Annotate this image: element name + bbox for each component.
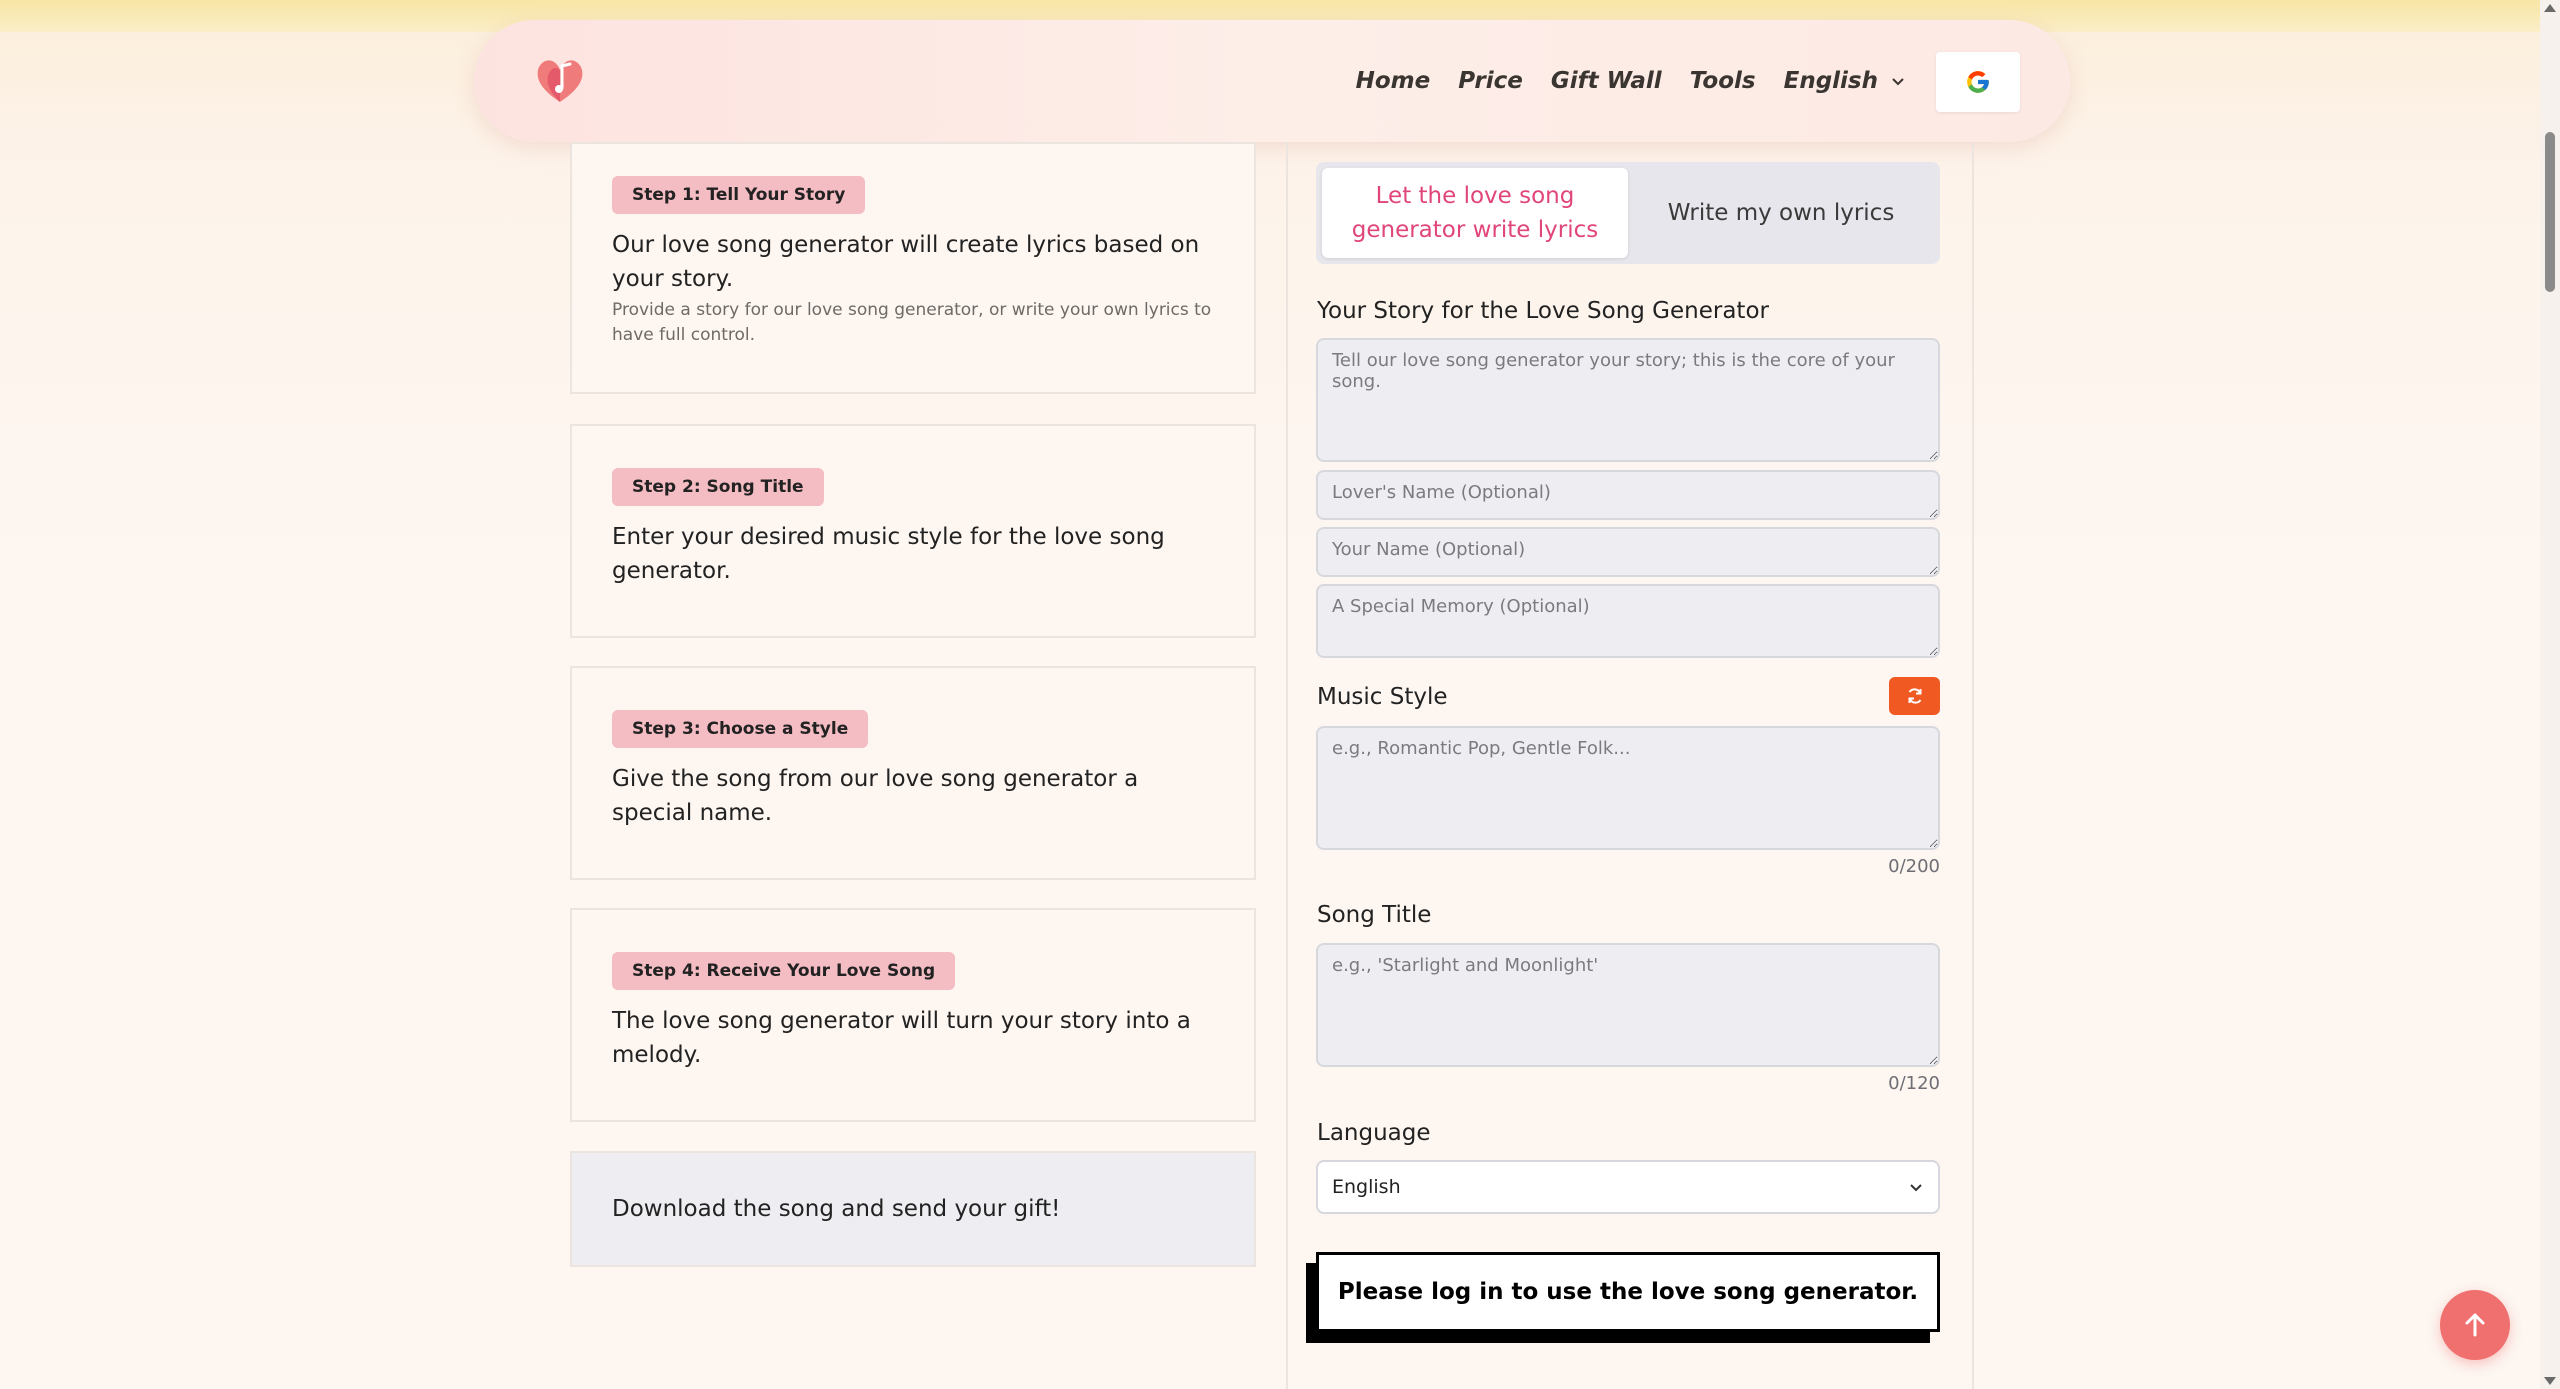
tab-own-lyrics[interactable]: Write my own lyrics	[1628, 168, 1934, 258]
step-card-1: Step 1: Tell Your Story Our love song ge…	[570, 142, 1256, 394]
scroll-to-top-button[interactable]	[2440, 1290, 2510, 1360]
nav-tools[interactable]: Tools	[1690, 68, 1756, 94]
step-text: Our love song generator will create lyri…	[612, 232, 1200, 292]
google-login-button[interactable]	[1936, 52, 2020, 112]
song-title-label: Song Title	[1317, 902, 1432, 928]
music-style-textarea[interactable]	[1316, 726, 1940, 850]
randomize-style-button[interactable]	[1889, 677, 1940, 715]
google-icon	[1967, 71, 1989, 93]
page-scrollbar[interactable]	[2540, 0, 2560, 1389]
step-badge: Step 2: Song Title	[612, 468, 824, 506]
tab-generate-lyrics[interactable]: Let the love song generator write lyrics	[1322, 168, 1628, 258]
nav-price[interactable]: Price	[1458, 68, 1523, 94]
header-navbar: Home Price Gift Wall Tools English	[474, 20, 2070, 142]
step-badge: Step 4: Receive Your Love Song	[612, 952, 956, 990]
final-step-text: Download the song and send your gift!	[612, 1196, 1061, 1222]
nav-links: Home Price Gift Wall Tools English	[1356, 20, 1906, 142]
your-name-field[interactable]	[1316, 527, 1940, 577]
language-switcher[interactable]: English	[1784, 68, 1906, 94]
chevron-down-icon	[1892, 78, 1904, 86]
refresh-icon	[1908, 688, 1921, 704]
special-memory-field[interactable]	[1316, 584, 1940, 658]
story-label: Your Story for the Love Song Generator	[1317, 298, 1769, 324]
step-text: The love song generator will turn your s…	[612, 1008, 1191, 1068]
scroll-down-icon[interactable]	[2544, 1377, 2556, 1385]
song-title-counter: 0/120	[1888, 1073, 1940, 1094]
nav-home[interactable]: Home	[1356, 68, 1431, 94]
story-textarea[interactable]	[1316, 338, 1940, 462]
lover-name-field[interactable]	[1316, 470, 1940, 520]
step-badge: Step 1: Tell Your Story	[612, 176, 866, 214]
scrollbar-thumb[interactable]	[2545, 132, 2555, 292]
song-title-textarea[interactable]	[1316, 943, 1940, 1067]
step-card-4: Step 4: Receive Your Love Song The love …	[570, 908, 1256, 1122]
final-step-card: Download the song and send your gift!	[570, 1151, 1256, 1267]
arrow-up-icon	[2465, 1313, 2485, 1337]
step-subtext: Provide a story for our love song genera…	[612, 300, 1212, 345]
music-style-label: Music Style	[1317, 684, 1448, 710]
step-badge: Step 3: Choose a Style	[612, 710, 869, 748]
nav-gift-wall[interactable]: Gift Wall	[1551, 68, 1662, 94]
language-switcher-label: English	[1783, 68, 1878, 94]
music-style-counter: 0/200	[1888, 856, 1940, 877]
chevron-down-icon	[1910, 1184, 1922, 1192]
step-card-2: Step 2: Song Title Enter your desired mu…	[570, 424, 1256, 638]
login-to-generate-button[interactable]: Please log in to use the love song gener…	[1316, 1252, 1940, 1332]
step-text: Give the song from our love song generat…	[612, 766, 1139, 826]
heart-logo-icon[interactable]	[532, 52, 588, 108]
step-card-3: Step 3: Choose a Style Give the song fro…	[570, 666, 1256, 880]
language-label: Language	[1317, 1120, 1431, 1146]
language-select[interactable]: English	[1316, 1160, 1940, 1214]
step-text: Enter your desired music style for the l…	[612, 524, 1165, 584]
scroll-up-icon[interactable]	[2544, 4, 2556, 12]
lyrics-mode-tabs: Let the love song generator write lyrics…	[1316, 162, 1940, 264]
language-select-value: English	[1332, 1176, 1401, 1198]
